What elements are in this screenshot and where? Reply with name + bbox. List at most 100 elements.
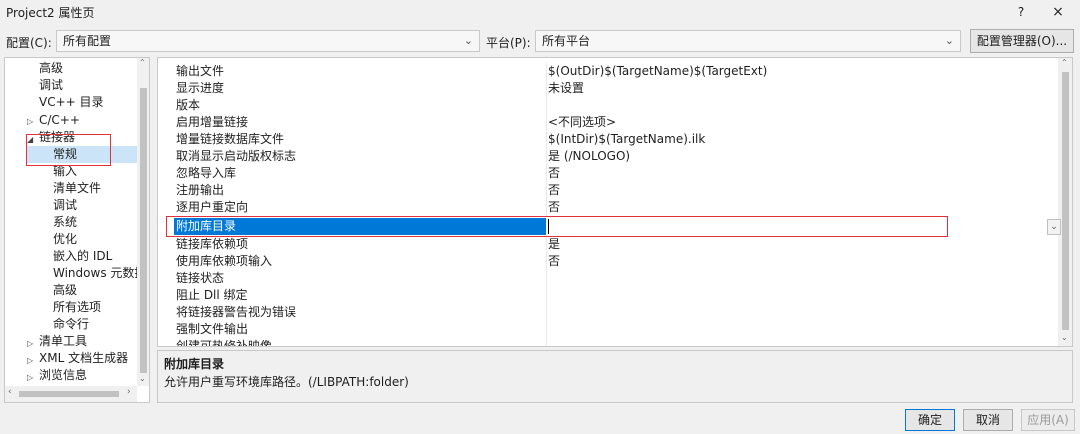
grid-row[interactable]: 增量链接数据库文件 $(IntDir)$(TargetName).ilk — [158, 131, 1057, 148]
description-title: 附加库目录 — [164, 357, 225, 371]
tree-item-selected[interactable]: 常规 — [53, 146, 77, 163]
tree-item[interactable]: XML 文档生成器 — [39, 350, 128, 367]
property-value[interactable]: 否 — [548, 199, 1048, 216]
help-button[interactable]: ? — [1010, 2, 1032, 22]
config-combo[interactable]: 所有配置 ⌄ — [56, 30, 480, 52]
property-value[interactable]: 否 — [548, 253, 1048, 270]
grid-row[interactable]: 阻止 Dll 绑定 — [158, 287, 1057, 304]
property-value[interactable]: 否 — [548, 182, 1048, 199]
property-name: 增量链接数据库文件 — [176, 132, 285, 146]
tree-item[interactable]: 所有选项 — [53, 299, 101, 316]
property-name: 逐用户重定向 — [176, 200, 249, 214]
chevron-right-icon[interactable]: › — [127, 387, 131, 397]
tree-item[interactable]: 清单工具 — [39, 333, 87, 350]
property-name: 忽略导入库 — [176, 166, 237, 180]
column-separator — [546, 97, 547, 114]
chevron-up-icon[interactable]: ⌃ — [1061, 58, 1068, 67]
grid-row[interactable]: 链接状态 — [158, 270, 1057, 287]
property-value[interactable] — [548, 321, 1048, 338]
grid-row[interactable]: 取消显示启动版权标志 是 (/NOLOGO) — [158, 148, 1057, 165]
tree-vertical-scrollbar[interactable]: ⌃ ⌄ — [137, 58, 149, 386]
property-value[interactable]: 是 (/NOLOGO) — [548, 148, 1048, 165]
grid-row[interactable]: 显示进度 未设置 — [158, 80, 1057, 97]
grid-row[interactable]: 链接库依赖项 是 — [158, 236, 1057, 253]
title-bar: Project2 属性页 ? × — [0, 0, 1080, 24]
tree-item[interactable]: 系统 — [53, 214, 77, 231]
property-name: 注册输出 — [176, 183, 225, 197]
column-separator — [546, 287, 547, 304]
column-separator — [546, 131, 547, 148]
value-dropdown-button[interactable]: ⌄ — [1047, 219, 1061, 235]
property-value-input[interactable] — [548, 219, 1049, 234]
grid-row[interactable]: 将链接器警告视为错误 — [158, 304, 1057, 321]
chevron-down-icon[interactable]: ⌄ — [1061, 333, 1068, 342]
property-value[interactable] — [548, 97, 1048, 114]
grid-row[interactable]: 逐用户重定向 否 — [158, 199, 1057, 216]
chevron-down-icon: ⌄ — [944, 34, 954, 47]
property-value[interactable] — [548, 270, 1048, 287]
grid-row[interactable]: 输出文件 $(OutDir)$(TargetName)$(TargetExt) — [158, 63, 1057, 80]
grid-row[interactable]: 版本 — [158, 97, 1057, 114]
expand-arrow-icon[interactable]: ▷ — [27, 356, 33, 365]
apply-button[interactable]: 应用(A) — [1021, 409, 1075, 431]
property-name: 版本 — [176, 98, 201, 112]
platform-combo[interactable]: 所有平台 ⌄ — [535, 30, 961, 52]
grid-row[interactable]: 忽略导入库 否 — [158, 165, 1057, 182]
grid-scroll-thumb[interactable] — [1062, 72, 1069, 330]
tree-item[interactable]: 调试 — [53, 197, 77, 214]
property-grid[interactable]: 输出文件 $(OutDir)$(TargetName)$(TargetExt) … — [157, 57, 1073, 347]
property-value[interactable] — [548, 304, 1048, 321]
column-separator — [546, 148, 547, 165]
property-value[interactable]: $(OutDir)$(TargetName)$(TargetExt) — [548, 63, 1048, 80]
collapse-arrow-icon[interactable]: ◢ — [27, 135, 33, 144]
tree-selection-highlight — [27, 146, 139, 163]
tree-hscroll-thumb[interactable] — [19, 391, 119, 397]
property-name: 链接库依赖项 — [176, 237, 249, 251]
tree-item[interactable]: 浏览信息 — [39, 367, 87, 384]
grid-row-selected[interactable]: 附加库目录 — [158, 218, 1057, 235]
chevron-down-icon[interactable]: ⌄ — [139, 374, 146, 383]
chevron-up-icon[interactable]: ⌃ — [139, 58, 146, 67]
property-name: 阻止 Dll 绑定 — [176, 288, 248, 302]
tree-item[interactable]: VC++ 目录 — [39, 94, 104, 111]
tree-item[interactable]: 输入 — [53, 163, 77, 180]
grid-vertical-scrollbar[interactable]: ⌃ ⌄ — [1058, 58, 1072, 346]
property-name: 创建可热修补映像 — [176, 339, 273, 347]
tree-horizontal-scrollbar[interactable]: ‹ › — [5, 386, 137, 402]
tree-item[interactable]: C/C++ — [39, 112, 80, 129]
chevron-left-icon[interactable]: ‹ — [8, 387, 12, 397]
property-value[interactable]: 是 — [548, 236, 1048, 253]
close-icon[interactable]: × — [1044, 2, 1072, 22]
tree-item[interactable]: 优化 — [53, 231, 77, 248]
tree-scroll-thumb[interactable] — [140, 88, 147, 373]
tree-item[interactable]: Windows 元数据 — [53, 265, 146, 282]
grid-row[interactable]: 创建可热修补映像 — [158, 338, 1057, 347]
tree-item[interactable]: 调试 — [39, 77, 63, 94]
category-tree[interactable]: 高级 调试 VC++ 目录 ▷ C/C++ ◢ 链接器 常规 输入 清单文件 调… — [4, 57, 150, 403]
description-panel: 附加库目录 允许用户重写环境库路径。(/LIBPATH:folder) — [157, 350, 1073, 403]
column-separator — [546, 80, 547, 97]
tree-item[interactable]: 嵌入的 IDL — [53, 248, 112, 265]
cancel-button[interactable]: 取消 — [963, 409, 1013, 431]
property-value[interactable]: $(IntDir)$(TargetName).ilk — [548, 131, 1048, 148]
property-value[interactable] — [548, 338, 1048, 346]
property-value[interactable]: <不同选项> — [548, 114, 1048, 131]
property-value[interactable]: 否 — [548, 165, 1048, 182]
grid-row[interactable]: 强制文件输出 — [158, 321, 1057, 338]
grid-row[interactable]: 使用库依赖项输入 否 — [158, 253, 1057, 270]
property-name: 取消显示启动版权标志 — [176, 149, 297, 163]
expand-arrow-icon[interactable]: ▷ — [27, 373, 33, 382]
tree-item[interactable]: 清单文件 — [53, 180, 101, 197]
property-value[interactable] — [548, 287, 1048, 304]
tree-item[interactable]: 命令行 — [53, 316, 89, 333]
ok-button[interactable]: 确定 — [905, 409, 955, 431]
tree-item[interactable]: 高级 — [39, 60, 63, 77]
expand-arrow-icon[interactable]: ▷ — [27, 339, 33, 348]
property-value[interactable]: 未设置 — [548, 80, 1048, 97]
tree-item[interactable]: 链接器 — [39, 129, 75, 146]
grid-row[interactable]: 注册输出 否 — [158, 182, 1057, 199]
expand-arrow-icon[interactable]: ▷ — [27, 117, 33, 126]
tree-item[interactable]: 高级 — [53, 282, 77, 299]
grid-row[interactable]: 启用增量链接 <不同选项> — [158, 114, 1057, 131]
config-manager-button[interactable]: 配置管理器(O)... — [970, 29, 1074, 53]
